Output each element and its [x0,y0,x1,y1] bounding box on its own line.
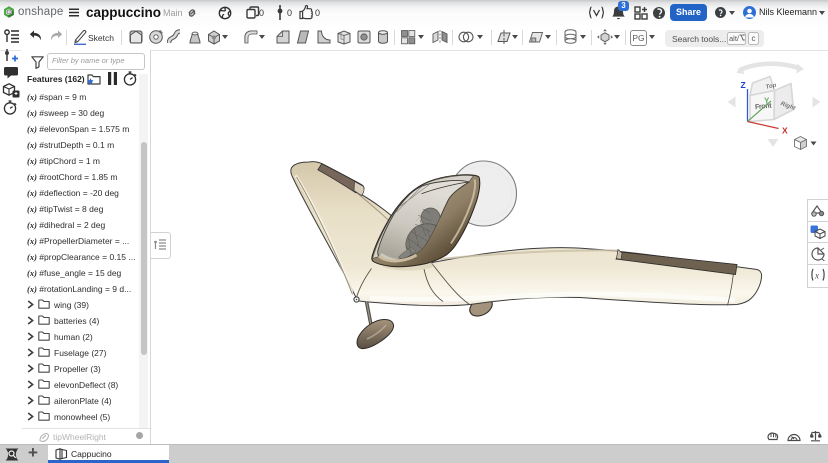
svg-text:x: x [814,271,819,281]
svg-text:Y: Y [764,97,770,106]
svg-text:X: X [782,126,788,136]
svg-text:Z: Z [741,80,746,90]
